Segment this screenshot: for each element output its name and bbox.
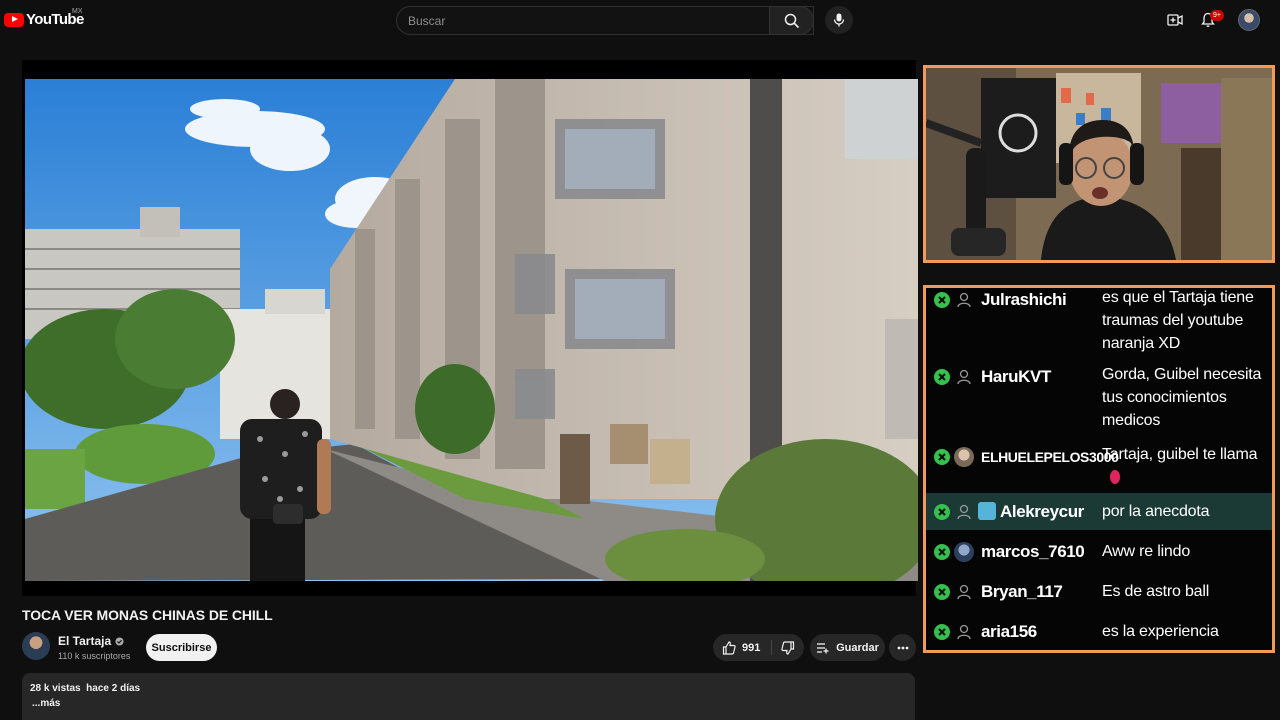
video-camera-plus-icon <box>1167 14 1183 26</box>
person-icon <box>954 367 974 387</box>
chat-username: Julrashichi <box>981 290 1067 309</box>
youtube-logo[interactable]: YouTube MX <box>4 8 84 28</box>
country-code: MX <box>72 8 83 15</box>
create-button[interactable] <box>1165 10 1185 30</box>
video-scene-image <box>25 79 918 581</box>
search-box <box>396 6 814 35</box>
video-title: TOCA VER MONAS CHINAS DE CHILL <box>22 607 273 623</box>
chat-badge-icon <box>934 584 950 600</box>
like-button[interactable]: 991 <box>713 634 771 661</box>
chat-username: HaruKVT <box>981 367 1051 386</box>
photo-avatar <box>954 542 974 562</box>
chat-text: es la experiencia <box>1102 623 1219 640</box>
search-icon <box>784 13 799 28</box>
subscribe-button[interactable]: Suscribirse <box>146 634 217 661</box>
channel-name-row[interactable]: El Tartaja <box>58 634 124 648</box>
person-icon <box>954 582 974 602</box>
chat-username: ELHUELEPELOS3000 <box>981 449 1119 465</box>
chat-badge-icon <box>934 449 950 465</box>
thumbs-up-icon <box>722 640 736 655</box>
chat-text: Aww re lindo <box>1102 543 1191 560</box>
emote-icon <box>1110 470 1120 484</box>
chat-message: HaruKVT Gorda, Guibel necesita tus conoc… <box>926 365 1272 437</box>
stream-chat-overlay: Julrashichi es que el Tartaja tiene trau… <box>923 285 1275 653</box>
chat-username: Bryan_117 <box>981 582 1063 601</box>
search-button[interactable] <box>769 6 814 35</box>
chat-text: Gorda, Guibel necesita tus conocimientos… <box>1102 366 1262 429</box>
top-bar: YouTube MX 9+ <box>0 0 1280 40</box>
save-label: Guardar <box>836 641 879 654</box>
save-button[interactable]: Guardar <box>810 634 885 661</box>
more-horizontal-icon <box>897 646 908 649</box>
account-avatar[interactable] <box>1238 9 1260 31</box>
microphone-icon <box>833 13 845 27</box>
chat-text: es que el Tartaja tiene traumas del yout… <box>1102 289 1254 352</box>
more-actions-button[interactable] <box>889 634 916 661</box>
user-badge-icon <box>978 502 996 520</box>
chat-message: Bryan_117 Es de astro ball <box>926 572 1272 610</box>
person-icon <box>954 622 974 642</box>
chat-text: por la anecdota <box>1102 503 1210 520</box>
voice-search-button[interactable] <box>825 6 853 34</box>
chat-message: Julrashichi es que el Tartaja tiene trau… <box>926 288 1272 358</box>
chat-username: aria156 <box>981 622 1037 641</box>
photo-avatar <box>954 447 974 467</box>
person-icon <box>954 290 974 310</box>
channel-name[interactable]: El Tartaja <box>58 634 111 648</box>
video-frame[interactable] <box>25 79 918 581</box>
chat-badge-icon <box>934 624 950 640</box>
webcam-image <box>926 68 1272 260</box>
chat-badge-icon <box>934 369 950 385</box>
thumbs-down-icon <box>781 640 795 655</box>
video-meta: 28 k vistas hace 2 días <box>30 683 140 694</box>
chat-badge-icon <box>934 504 950 520</box>
chat-message: ELHUELEPELOS3000 Tartaja, guibel te llam… <box>926 443 1272 491</box>
show-more-link[interactable]: ...más <box>32 698 60 709</box>
youtube-play-icon <box>4 12 24 27</box>
dislike-button[interactable] <box>772 634 804 661</box>
chat-text: Tartaja, guibel te llama <box>1102 446 1258 463</box>
chat-message-highlighted: Alekreycur por la anecdota <box>926 493 1272 530</box>
chat-badge-icon <box>934 544 950 560</box>
channel-avatar[interactable] <box>22 632 50 660</box>
person-icon <box>954 502 974 522</box>
chat-username: Alekreycur <box>1000 502 1084 521</box>
playlist-add-icon <box>817 642 829 653</box>
verified-icon <box>115 636 124 646</box>
chat-text: Es de astro ball <box>1102 583 1210 600</box>
like-dislike-group: 991 <box>713 634 804 661</box>
notification-badge: 9+ <box>1210 10 1224 21</box>
view-count: 28 k vistas <box>30 683 81 694</box>
chat-username: marcos_7610 <box>981 542 1085 561</box>
search-input[interactable] <box>397 7 813 34</box>
streamer-webcam <box>923 65 1275 263</box>
subscriber-count: 110 k suscriptores <box>58 651 131 661</box>
publish-date: hace 2 días <box>86 683 141 694</box>
chat-message: aria156 es la experiencia <box>926 612 1272 650</box>
chat-message: marcos_7610 Aww re lindo <box>926 532 1272 570</box>
description-box[interactable]: 28 k vistas hace 2 días ...más <box>22 673 915 720</box>
like-count: 991 <box>742 641 761 654</box>
chat-badge-icon <box>934 292 950 308</box>
